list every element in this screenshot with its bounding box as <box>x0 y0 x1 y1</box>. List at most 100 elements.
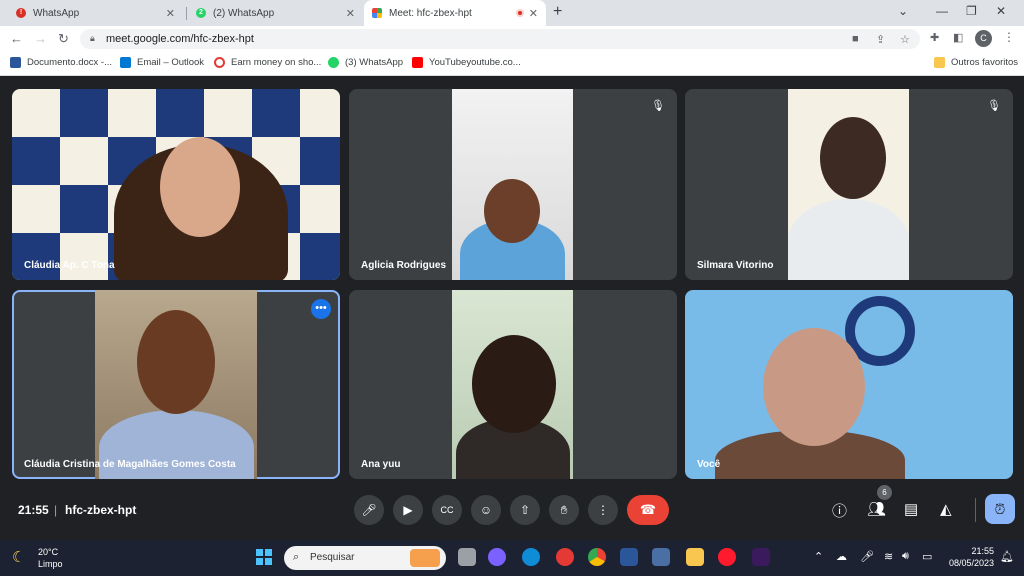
bookmark-item[interactable]: YouTubeyoutube.co... <box>412 57 521 68</box>
tab-strip: ! WhatsApp ✕ 2 (2) WhatsApp ✕ Meet: hfc-… <box>0 0 1024 26</box>
weather-widget[interactable]: 20°C Limpo <box>38 546 63 570</box>
chat-icon[interactable]: ▤ <box>904 500 918 518</box>
share-icon[interactable]: ⇪ <box>876 33 885 46</box>
meeting-code: hfc-zbex-hpt <box>65 503 137 517</box>
microphone-icon[interactable]: 🎤︎ <box>860 550 874 563</box>
extensions-icon[interactable]: ✚ <box>930 31 939 44</box>
address-bar-row: ← → ↻ 🔒︎ meet.google.com/hfc-zbex-hpt ■ … <box>0 26 1024 52</box>
meeting-details-icon[interactable]: ⓘ <box>832 500 847 521</box>
tab-meet[interactable]: Meet: hfc-zbex-hpt ✕ <box>364 0 546 26</box>
participant-name: Você <box>697 459 721 470</box>
omnibox[interactable]: 🔒︎ meet.google.com/hfc-zbex-hpt ■ ⇪ ☆ <box>80 29 920 49</box>
more-options-button[interactable]: ⋮ <box>588 495 618 525</box>
whatsapp-icon: 2 <box>196 8 206 18</box>
camera-button[interactable]: ▶ <box>393 495 423 525</box>
emoji-button[interactable]: ☺ <box>471 495 501 525</box>
mic-off-icon: 🎙︎ <box>987 100 1001 112</box>
chrome-icon[interactable] <box>588 548 606 566</box>
menu-kebab-icon[interactable]: ⋮ <box>1003 30 1015 44</box>
close-tab-icon[interactable]: ✕ <box>346 7 355 20</box>
people-icon[interactable]: 👥︎ <box>867 500 886 518</box>
close-tab-icon[interactable]: ✕ <box>166 7 175 20</box>
file-explorer-icon[interactable] <box>686 548 704 566</box>
close-tab-icon[interactable]: ✕ <box>529 7 538 20</box>
bookmark-item[interactable]: Email – Outlook <box>120 57 204 68</box>
participant-face <box>763 328 865 446</box>
mic-button[interactable]: 🎤︎ <box>354 495 384 525</box>
volume-icon[interactable]: 🔊︎ <box>902 550 909 563</box>
participant-tile[interactable]: ••• Cláudia Cristina de Magalhães Gomes … <box>12 290 340 479</box>
other-bookmarks[interactable]: Outros favoritos <box>934 57 1018 68</box>
google-meet-icon <box>372 8 382 18</box>
tab-search-icon[interactable]: ⌄ <box>898 4 908 18</box>
show-hidden-icons[interactable]: ⌃ <box>814 550 823 563</box>
notifications-icon[interactable]: 🔔︎ <box>1000 550 1014 563</box>
new-tab-button[interactable]: + <box>553 3 562 21</box>
participant-video <box>452 290 573 479</box>
people-count-badge: 6 <box>877 485 892 500</box>
participant-tile[interactable]: Ana yuu <box>349 290 677 479</box>
search-highlight-icon <box>410 549 440 567</box>
search-icon: ⌕ <box>293 551 300 563</box>
participant-video <box>95 290 257 479</box>
side-panel-icon[interactable]: ◧ <box>953 31 963 44</box>
bookmark-star-icon[interactable]: ☆ <box>900 33 910 46</box>
taskbar-search[interactable]: ⌕ Pesquisar <box>284 546 446 570</box>
tab-whatsapp-2[interactable]: 2 (2) WhatsApp ✕ <box>188 0 363 26</box>
alert-icon: ! <box>16 8 26 18</box>
participant-tile[interactable]: Cláudia Ap. C Tona <box>12 89 340 280</box>
clock-date: 08/05/2023 <box>948 558 994 568</box>
participant-name: Silmara Vitorino <box>697 260 774 271</box>
lock-icon[interactable]: 🔒︎ <box>90 33 95 44</box>
chat-app-icon[interactable] <box>488 548 506 566</box>
back-icon[interactable]: ← <box>10 31 23 46</box>
edge-icon[interactable] <box>522 548 540 566</box>
cloud-icon[interactable]: ☁ <box>836 550 847 563</box>
info-separator: | <box>54 503 58 517</box>
app-icon[interactable] <box>652 548 670 566</box>
tab-whatsapp-1[interactable]: ! WhatsApp ✕ <box>8 0 183 26</box>
word-icon[interactable] <box>620 548 638 566</box>
bookmark-item[interactable]: Earn money on sho... <box>214 57 321 68</box>
url-text[interactable]: meet.google.com/hfc-zbex-hpt <box>106 33 254 45</box>
close-window-icon[interactable]: ✕ <box>996 4 1006 18</box>
participant-video <box>788 89 909 280</box>
wifi-icon[interactable]: ≋ <box>884 550 893 563</box>
participant-tile[interactable]: 🎙︎ Silmara Vitorino <box>685 89 1013 280</box>
avatar[interactable]: C <box>975 30 992 47</box>
participant-tile[interactable]: Você <box>685 290 1013 479</box>
participant-name: Ana yuu <box>361 459 401 470</box>
opera-icon[interactable] <box>718 548 736 566</box>
start-button[interactable] <box>256 549 272 565</box>
app-icon[interactable] <box>752 548 770 566</box>
moon-icon[interactable]: ☾ <box>12 548 25 566</box>
bookmark-label: Earn money on sho... <box>231 57 322 68</box>
youtube-icon <box>412 57 423 68</box>
camera-icon[interactable]: ■ <box>852 33 859 45</box>
temperature: 20°C <box>38 547 59 557</box>
restore-icon[interactable]: ❐ <box>966 4 977 18</box>
activities-icon[interactable]: ◭ <box>940 500 952 518</box>
minimize-icon[interactable]: — <box>936 4 948 18</box>
present-button[interactable]: ⇧ <box>510 495 540 525</box>
system-clock[interactable]: 21:55 08/05/2023 <box>946 545 994 569</box>
bookmarks-bar: Documento.docx -... Email – Outlook Earn… <box>0 52 1024 76</box>
raise-hand-button[interactable]: ✋︎ <box>549 495 579 525</box>
app-icon[interactable] <box>556 548 574 566</box>
divider <box>975 498 976 522</box>
bookmark-label: Email – Outlook <box>137 57 205 68</box>
reload-icon[interactable]: ↻ <box>58 31 69 47</box>
meeting-controls: 21:55 | hfc-zbex-hpt 🎤︎ ▶ CC ☺ ⇧ ✋︎ ⋮ ☎︎… <box>0 485 1024 540</box>
battery-icon[interactable]: ▭ <box>922 550 932 563</box>
host-controls-button[interactable]: ⏰︎ <box>985 494 1015 524</box>
leave-call-button[interactable]: ☎︎ <box>627 495 669 525</box>
bookmark-item[interactable]: (3) WhatsApp <box>328 57 403 68</box>
participant-tile[interactable]: 🎙︎ Aglicia Rodrigues <box>349 89 677 280</box>
task-view-icon[interactable] <box>458 548 476 566</box>
bookmark-item[interactable]: Documento.docx -... <box>10 57 112 68</box>
forward-icon[interactable]: → <box>34 31 47 46</box>
earn-money-icon <box>214 57 225 68</box>
more-options-button[interactable]: ••• <box>311 299 331 319</box>
folder-icon <box>934 57 945 68</box>
captions-button[interactable]: CC <box>432 495 462 525</box>
